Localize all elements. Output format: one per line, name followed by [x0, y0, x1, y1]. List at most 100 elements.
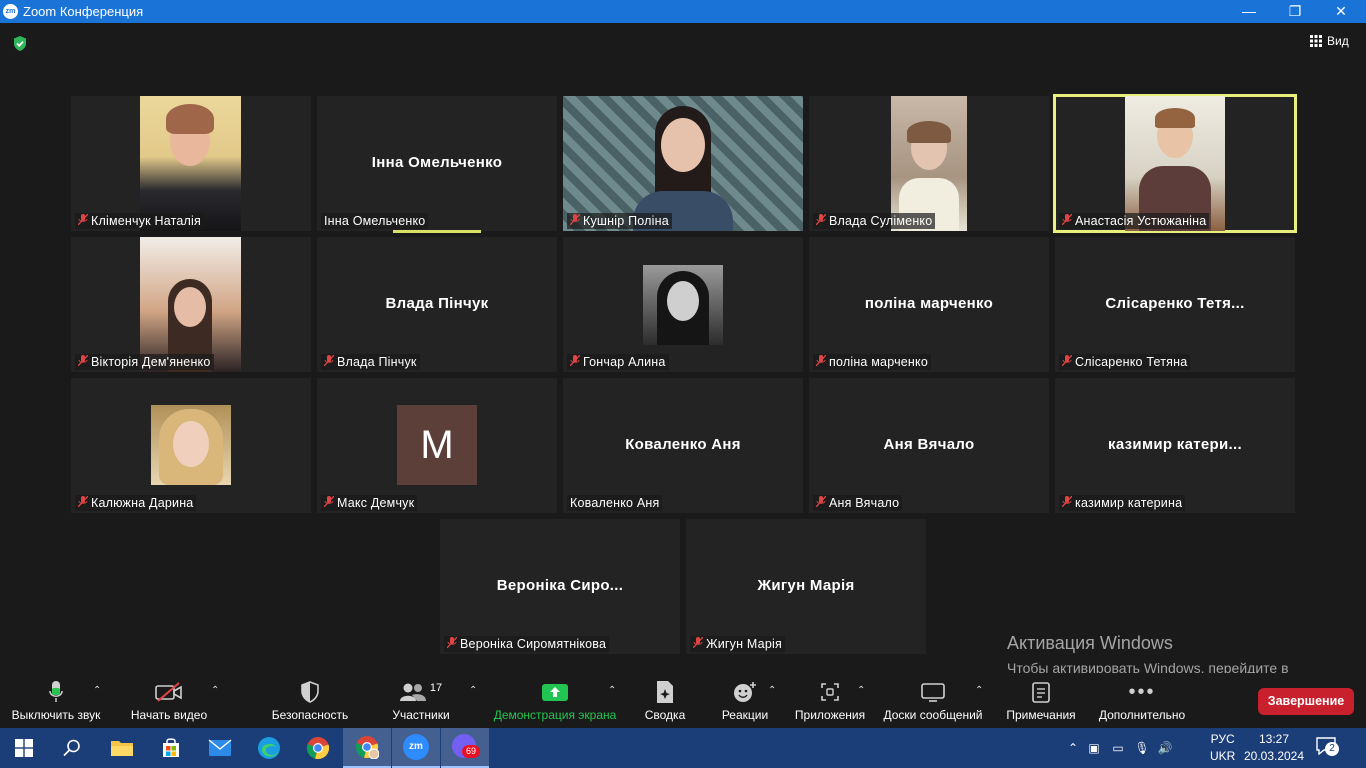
video-options-caret[interactable]: ⌃	[211, 685, 219, 696]
share-screen-label: Демонстрация экрана	[493, 708, 617, 722]
view-button-label: Вид	[1327, 34, 1349, 48]
participant-tile[interactable]: Жигун Марія Жигун Марія	[686, 519, 926, 654]
participant-tile[interactable]: Вікторія Дем'яненко	[71, 237, 311, 372]
mic-muted-icon	[77, 354, 89, 369]
window-title: Zoom Конференция	[23, 4, 144, 19]
windows-taskbar: zm 69 ⌃ ▣ ▭ 🎙 🔊 РУС UKR 13:27 20.03.2024…	[0, 728, 1366, 768]
participant-name-tag: Вікторія Дем'яненко	[75, 354, 214, 370]
search-button[interactable]	[48, 728, 96, 768]
folder-icon	[111, 741, 133, 756]
participant-name-tag: Гончар Алина	[567, 354, 669, 370]
participant-name-tag: Влада Суліменко	[813, 213, 936, 229]
encryption-shield-icon[interactable]	[12, 35, 28, 57]
participant-name-tag: поліна марченко	[813, 354, 931, 370]
store-button[interactable]	[147, 728, 195, 768]
clock-time: 13:27	[1258, 732, 1290, 746]
participant-display-name: Аня Вячало	[883, 436, 975, 453]
participant-name-tag: Кліменчук Наталія	[75, 213, 204, 229]
participant-tile[interactable]: Коваленко Аня Коваленко Аня	[563, 378, 803, 513]
participant-display-name: Інна Омельченко	[371, 154, 503, 171]
edge-button[interactable]	[245, 728, 293, 768]
zoom-taskbar-button[interactable]: zm	[392, 728, 440, 768]
whiteboard-icon	[921, 683, 945, 702]
participant-name: Жигун Марія	[706, 637, 782, 651]
participant-name-tag: Кушнір Поліна	[567, 213, 672, 229]
file-explorer-button[interactable]	[98, 728, 146, 768]
mail-button[interactable]	[196, 728, 244, 768]
participant-display-name: поліна марченко	[864, 295, 994, 312]
participant-tile[interactable]: Аня Вячало Аня Вячало	[809, 378, 1049, 513]
video-feed	[563, 96, 803, 231]
keyboard-layout: UKR	[1210, 749, 1236, 763]
chrome-button[interactable]	[294, 728, 342, 768]
viber-button[interactable]: 69	[441, 728, 489, 768]
clock[interactable]: 13:27 20.03.2024	[1244, 728, 1304, 768]
participant-name: Інна Омельченко	[324, 214, 426, 228]
participant-tile-active-speaker[interactable]: Анастасія Устюжаніна	[1053, 94, 1297, 233]
view-button[interactable]: Вид	[1310, 34, 1349, 48]
video-feed	[140, 96, 241, 231]
participant-tile[interactable]: Калюжна Дарина	[71, 378, 311, 513]
mute-button[interactable]: Выключить звук	[6, 679, 106, 722]
tray-battery-icon[interactable]: ▭	[1106, 741, 1130, 755]
end-meeting-button[interactable]: Завершение	[1258, 688, 1354, 715]
tray-volume-icon[interactable]: 🔊	[1154, 741, 1176, 755]
video-feed	[140, 237, 241, 372]
share-options-caret[interactable]: ⌃	[608, 685, 616, 696]
participant-name-tag: Аня Вячало	[813, 495, 903, 511]
more-button[interactable]: ••• Дополнительно	[1094, 679, 1190, 723]
participant-tile[interactable]: Інна Омельченко Інна Омельченко	[317, 96, 557, 233]
start-button[interactable]	[0, 728, 48, 768]
security-button[interactable]: Безопасность	[265, 679, 355, 722]
mic-muted-icon	[323, 354, 335, 369]
audio-options-caret[interactable]: ⌃	[93, 685, 101, 696]
maximize-button[interactable]: ❐	[1272, 0, 1318, 23]
share-screen-button[interactable]: Демонстрация экрана	[492, 679, 618, 722]
participant-tile[interactable]: Влада Суліменко	[809, 96, 1049, 231]
reactions-button[interactable]: Реакции	[716, 679, 774, 722]
participant-name: Анастасія Устюжаніна	[1075, 214, 1207, 228]
activation-title: Активация Windows	[1007, 633, 1173, 653]
grid-icon	[1310, 35, 1322, 47]
whiteboards-button[interactable]: Доски сообщений	[880, 679, 986, 722]
participant-tile[interactable]: Слісаренко Тетя... Слісаренко Тетяна	[1055, 237, 1295, 372]
participant-display-name: Влада Пінчук	[385, 295, 489, 312]
tray-chevron-up-icon[interactable]: ⌃	[1064, 741, 1082, 755]
notes-icon	[1032, 682, 1050, 703]
participant-tile[interactable]: Гончар Алина	[563, 237, 803, 372]
apps-options-caret[interactable]: ⌃	[857, 685, 865, 696]
chrome-profile-button[interactable]	[343, 728, 391, 768]
participant-name-tag: казимир катерина	[1059, 495, 1186, 511]
participant-name: Вікторія Дем'яненко	[91, 355, 211, 369]
microphone-icon	[49, 681, 63, 702]
start-video-button[interactable]: Начать видео	[124, 679, 214, 722]
meeting-toolbar: Выключить звук ⌃ Начать видео ⌃ Безопасн…	[0, 673, 1366, 728]
participant-tile[interactable]: поліна марченко поліна марченко	[809, 237, 1049, 372]
mic-muted-icon	[815, 354, 827, 369]
participant-tile[interactable]: казимир катери... казимир катерина	[1055, 378, 1295, 513]
reactions-options-caret[interactable]: ⌃	[768, 685, 776, 696]
zoom-icon: zm	[403, 734, 429, 760]
clock-date: 20.03.2024	[1243, 749, 1305, 763]
whiteboards-options-caret[interactable]: ⌃	[975, 685, 983, 696]
viber-unread-badge: 69	[462, 745, 480, 758]
participant-name: Калюжна Дарина	[91, 496, 194, 510]
participant-name: Коваленко Аня	[570, 496, 660, 510]
participant-tile[interactable]: Вероніка Сиро... Вероніка Сиромятнікова	[440, 519, 680, 654]
notification-center-button[interactable]: 2	[1316, 728, 1342, 768]
minimize-button[interactable]: —	[1226, 0, 1272, 23]
participants-button[interactable]: 17 Участники	[380, 679, 462, 722]
participant-tile[interactable]: Кушнір Поліна	[563, 96, 803, 231]
input-language-indicator[interactable]: РУС UKR	[1210, 728, 1235, 768]
notes-button[interactable]: Примечания	[1002, 679, 1080, 722]
security-label: Безопасность	[271, 708, 349, 722]
participant-display-name: Слісаренко Тетя...	[1105, 295, 1245, 312]
participant-tile[interactable]: Кліменчук Наталія	[71, 96, 311, 231]
summary-button[interactable]: Сводка	[636, 679, 694, 722]
tray-network-icon[interactable]: ▣	[1082, 741, 1106, 755]
participant-tile[interactable]: M Макс Демчук	[317, 378, 557, 513]
tray-microphone-icon[interactable]: 🎙	[1130, 741, 1154, 755]
participants-options-caret[interactable]: ⌃	[469, 685, 477, 696]
close-button[interactable]: ✕	[1318, 0, 1364, 23]
participant-tile[interactable]: Влада Пінчук Влада Пінчук	[317, 237, 557, 372]
